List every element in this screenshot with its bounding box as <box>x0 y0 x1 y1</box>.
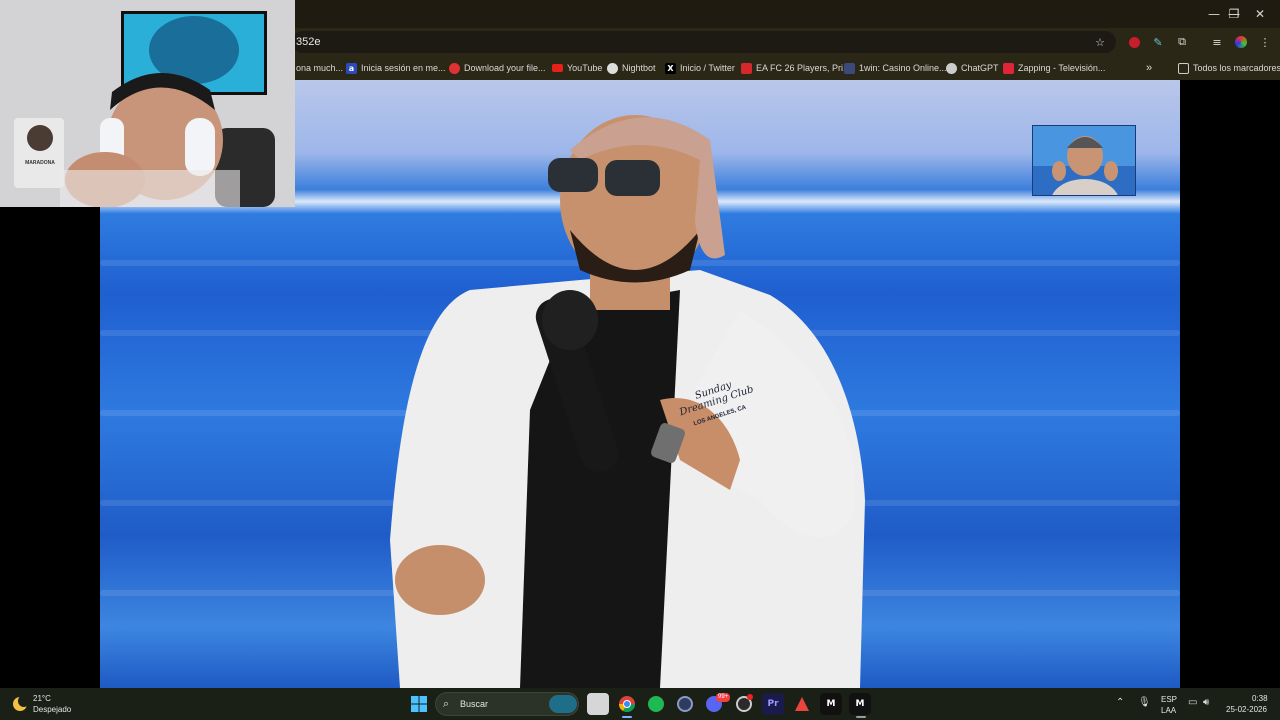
clock-date: 25-02-2026 <box>1226 705 1267 714</box>
bookmark-label: Nightbot <box>622 63 656 73</box>
close-button[interactable]: ✕ <box>1240 0 1280 28</box>
bookmark-label: YouTube <box>567 63 603 73</box>
bookmark-label: Inicio / Twitter <box>680 63 735 73</box>
bookmark-label: Download your file... <box>464 63 546 73</box>
extension-translate-icon[interactable]: ✎ <box>1149 33 1167 51</box>
chevron-up-icon[interactable]: ⌃ <box>1116 697 1124 708</box>
clock-time[interactable]: 0:38 <box>1252 694 1268 703</box>
app-icon[interactable] <box>674 693 696 715</box>
bookmark-label: Zapping - Televisión... <box>1018 63 1106 73</box>
ea-favicon-icon <box>741 62 752 74</box>
chatgpt-favicon-icon <box>946 62 957 74</box>
zapping-favicon-icon <box>1003 62 1014 74</box>
app-m2-icon[interactable]: M <box>849 693 871 715</box>
media-controls-icon[interactable]: ≡ <box>1208 33 1226 51</box>
search-icon: ⌕ <box>443 697 450 710</box>
bookmark-label: ChatGPT <box>961 63 999 73</box>
bookmark-item[interactable]: ChatGPT <box>946 60 999 76</box>
microphone-icon[interactable]: 🎙︎ <box>1138 697 1151 708</box>
volume-icon[interactable]: 🔊︎ <box>1203 697 1209 708</box>
screen: — 352e ☆ ✎ ⧉ ≡ ⋮ ona much... a Inicia ses… <box>0 0 1280 720</box>
profile-avatar-icon[interactable] <box>1232 33 1250 51</box>
guest-person-image <box>1033 126 1135 195</box>
task-view-icon[interactable] <box>587 693 609 715</box>
video-letterbox-right <box>1180 80 1280 688</box>
bookmark-favicon-icon: a <box>346 62 357 74</box>
chevron-double-right-icon: » <box>1146 62 1153 74</box>
extension-red-icon[interactable] <box>1125 33 1143 51</box>
folder-icon <box>1178 62 1189 74</box>
windows-start-icon[interactable] <box>408 693 430 715</box>
chrome-icon[interactable] <box>616 693 638 715</box>
windows-taskbar <box>0 688 1280 720</box>
keyboard-layout: LAA <box>1161 706 1177 715</box>
bookmark-item[interactable]: Download your file... <box>449 60 546 76</box>
recording-dot-icon <box>747 694 753 700</box>
all-bookmarks-label: Todos los marcadores <box>1193 63 1280 73</box>
app-a-icon[interactable] <box>791 693 813 715</box>
youtube-favicon-icon <box>552 64 563 72</box>
bookmark-label: EA FC 26 Players, Pri... <box>756 63 851 73</box>
discord-badge: 99+ <box>716 693 731 702</box>
webcam-card-text: MARADONA <box>25 160 55 166</box>
moon-weather-icon[interactable] <box>12 695 30 712</box>
bookmark-label: 1win: Casino Online... <box>859 63 947 73</box>
bookmark-label: Inicia sesión en me... <box>361 63 446 73</box>
browser-menu-icon[interactable]: ⋮ <box>1256 33 1274 51</box>
bookmark-item[interactable]: ona much... <box>296 60 343 76</box>
search-placeholder: Buscar <box>460 699 489 709</box>
bookmark-favicon-icon <box>449 62 460 74</box>
premiere-icon[interactable]: Pr <box>762 693 784 715</box>
network-icon[interactable]: ▭ <box>1188 697 1197 708</box>
nightbot-favicon-icon <box>607 62 618 74</box>
all-bookmarks-button[interactable]: Todos los marcadores <box>1178 60 1280 76</box>
active-app-indicator <box>622 716 632 718</box>
bookmark-item[interactable]: X Inicio / Twitter <box>665 60 735 76</box>
bookmark-item[interactable]: Zapping - Televisión... <box>1003 60 1105 76</box>
app-m-icon[interactable]: M <box>820 693 842 715</box>
weather-temperature: 21°C <box>33 694 51 703</box>
guest-webcam-overlay <box>1032 125 1136 196</box>
bookmark-item[interactable]: YouTube <box>552 60 602 76</box>
bookmark-star-icon[interactable]: ☆ <box>1091 33 1109 51</box>
address-bar[interactable] <box>292 31 1116 53</box>
1win-favicon-icon <box>844 62 855 74</box>
address-bar-url: 352e <box>296 36 321 48</box>
open-app-indicator <box>856 716 866 718</box>
weather-description: Despejado <box>33 705 72 714</box>
x-favicon-icon: X <box>665 62 676 74</box>
spotify-icon[interactable] <box>645 693 667 715</box>
extensions-puzzle-icon[interactable]: ⧉ <box>1173 33 1191 51</box>
streamer-webcam-image <box>0 0 295 207</box>
bookmarks-overflow-button[interactable]: » <box>1146 60 1152 76</box>
bookmark-item[interactable]: 1win: Casino Online... <box>844 60 947 76</box>
bookmark-item[interactable]: EA FC 26 Players, Pri... <box>741 60 851 76</box>
language-code[interactable]: ESP <box>1161 695 1177 704</box>
streamer-webcam-overlay: MARADONA <box>0 0 295 207</box>
bookmark-item[interactable]: Nightbot <box>607 60 656 76</box>
bookmark-label: ona much... <box>296 63 344 73</box>
search-highlight-icon <box>549 695 577 713</box>
bookmark-item[interactable]: a Inicia sesión en me... <box>346 60 446 76</box>
